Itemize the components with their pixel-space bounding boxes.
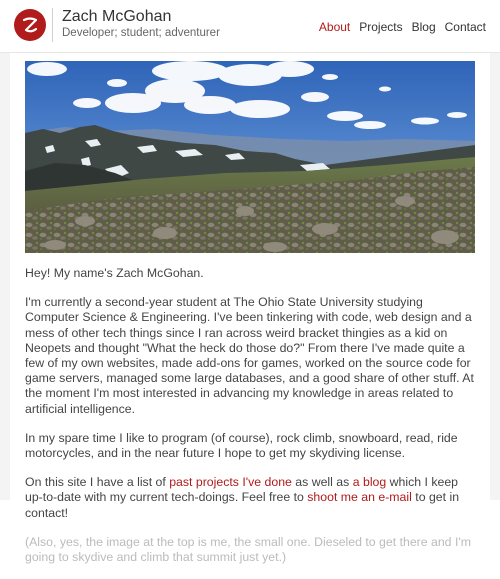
about-content: Hey! My name's Zach McGohan. I'm current… [25, 266, 475, 579]
blog-link[interactable]: a blog [353, 475, 387, 489]
footnote-paragraph: (Also, yes, the image at the top is me, … [25, 534, 471, 565]
site-info-text-1: On this site I have a list of [25, 475, 170, 490]
nav-about[interactable]: About [319, 20, 350, 34]
email-link[interactable]: shoot me an e-mail [307, 490, 412, 504]
site-tagline: Developer; student; adventurer [62, 27, 220, 39]
nav-contact[interactable]: Contact [445, 20, 486, 34]
main-nav: About Projects Blog Contact [319, 20, 486, 34]
site-name[interactable]: Zach McGohan [62, 8, 171, 26]
nav-projects[interactable]: Projects [359, 20, 402, 34]
header-divider [52, 8, 53, 42]
mountain-panorama-image [25, 61, 475, 253]
intro-text: Hey! My name's Zach McGohan. [25, 266, 204, 280]
site-info-paragraph: On this site I have a list of past proje… [25, 475, 475, 521]
logo-z-icon [22, 17, 38, 33]
projects-link[interactable]: past projects I've done [169, 475, 292, 489]
nav-blog[interactable]: Blog [412, 20, 436, 34]
hobbies-paragraph: In my spare time I like to program (of c… [25, 430, 458, 461]
bio-paragraph: I'm currently a second-year student at T… [25, 295, 474, 416]
site-header: Zach McGohan Developer; student; adventu… [0, 0, 500, 53]
logo[interactable] [14, 9, 46, 41]
hero-image [25, 61, 475, 253]
site-info-text-2: as well as [291, 475, 353, 490]
